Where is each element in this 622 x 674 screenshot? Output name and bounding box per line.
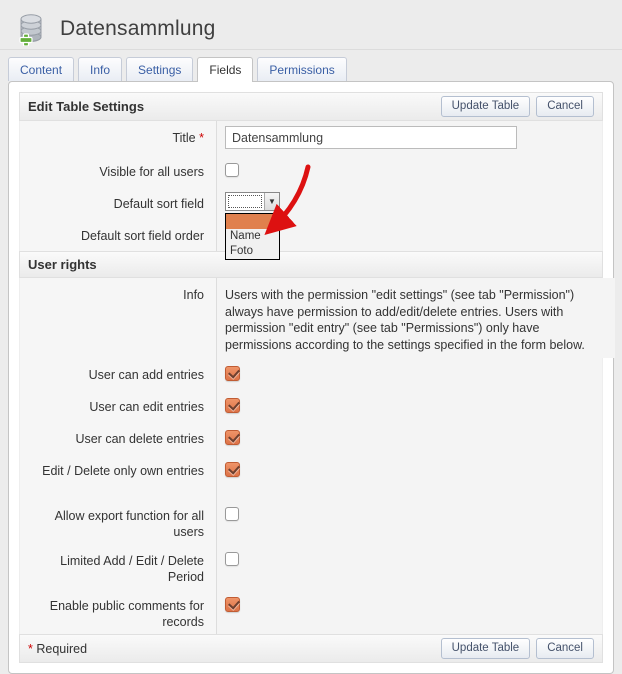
title-row: Title *	[20, 121, 602, 155]
edit-table-settings-bar: Edit Table Settings Update Table Cancel	[19, 92, 603, 121]
info-row: Info Users with the permission "edit set…	[20, 278, 602, 358]
required-note: * Required	[28, 642, 87, 656]
rights-label: User can add entries	[20, 358, 216, 390]
sort-field-selected-value	[228, 195, 262, 208]
tab-bar: ContentInfoSettingsFieldsPermissions	[8, 57, 622, 81]
rights-row: Allow export function for all users	[20, 499, 602, 544]
sort-field-dropdown: NameFoto	[225, 213, 280, 260]
tab-permissions[interactable]: Permissions	[257, 57, 346, 81]
settings-panel: Edit Table Settings Update Table Cancel …	[8, 81, 614, 674]
sort-order-row: Default sort field order	[20, 219, 602, 251]
sort-order-label: Default sort field order	[20, 219, 216, 251]
checked-checkbox[interactable]	[225, 398, 240, 413]
table-settings-form: Title * Visible for all users Default so…	[19, 121, 603, 251]
sort-field-select[interactable]: ▼	[225, 192, 280, 211]
sort-field-row: Default sort field ▼ NameFoto	[20, 187, 602, 219]
update-table-button-bottom[interactable]: Update Table	[441, 638, 531, 659]
chevron-down-icon[interactable]: ▼	[264, 193, 279, 210]
visible-label: Visible for all users	[20, 155, 216, 187]
section-title-user-rights: User rights	[28, 257, 97, 272]
rights-label: Enable public comments for records	[20, 589, 216, 634]
rights-row: Edit / Delete only own entries	[20, 454, 602, 499]
footer-bar: * Required Update Table Cancel	[19, 634, 603, 663]
checked-checkbox[interactable]	[225, 462, 240, 477]
title-input[interactable]	[225, 126, 517, 149]
info-label: Info	[20, 278, 216, 358]
required-asterisk: *	[199, 131, 204, 145]
checked-checkbox[interactable]	[225, 597, 240, 612]
unchecked-checkbox[interactable]	[225, 507, 239, 521]
update-table-button[interactable]: Update Table	[441, 96, 531, 117]
user-rights-form: Info Users with the permission "edit set…	[19, 278, 603, 634]
sort-field-label: Default sort field	[20, 187, 216, 219]
checked-checkbox[interactable]	[225, 366, 240, 381]
rights-label: User can delete entries	[20, 422, 216, 454]
rights-label: Limited Add / Edit / Delete Period	[20, 544, 216, 589]
checked-checkbox[interactable]	[225, 430, 240, 445]
visible-checkbox[interactable]	[225, 163, 239, 177]
page-header: Datensammlung	[0, 0, 622, 50]
rights-row: User can add entries	[20, 358, 602, 390]
tab-settings[interactable]: Settings	[126, 57, 193, 81]
rights-row: Limited Add / Edit / Delete Period	[20, 544, 602, 589]
cancel-button[interactable]: Cancel	[536, 96, 594, 117]
tab-info[interactable]: Info	[78, 57, 122, 81]
required-asterisk: *	[28, 642, 33, 656]
rights-label: Edit / Delete only own entries	[20, 454, 216, 499]
database-add-icon	[14, 12, 48, 46]
user-rights-bar: User rights	[19, 251, 603, 278]
rights-row: User can edit entries	[20, 390, 602, 422]
dropdown-option-foto[interactable]: Foto	[226, 244, 279, 259]
title-label: Title *	[20, 121, 216, 155]
visible-row: Visible for all users	[20, 155, 602, 187]
page-title: Datensammlung	[60, 17, 216, 41]
cancel-button-bottom[interactable]: Cancel	[536, 638, 594, 659]
rights-row: Enable public comments for records	[20, 589, 602, 634]
unchecked-checkbox[interactable]	[225, 552, 239, 566]
rights-label: User can edit entries	[20, 390, 216, 422]
rights-label: Allow export function for all users	[20, 499, 216, 544]
dropdown-option-name[interactable]: Name	[226, 229, 279, 244]
tab-content[interactable]: Content	[8, 57, 74, 81]
section-title-edit-table: Edit Table Settings	[28, 99, 144, 114]
tab-fields[interactable]: Fields	[197, 57, 253, 82]
info-text: Users with the permission "edit settings…	[225, 283, 607, 353]
rights-row: User can delete entries	[20, 422, 602, 454]
dropdown-option-empty[interactable]	[226, 214, 279, 229]
